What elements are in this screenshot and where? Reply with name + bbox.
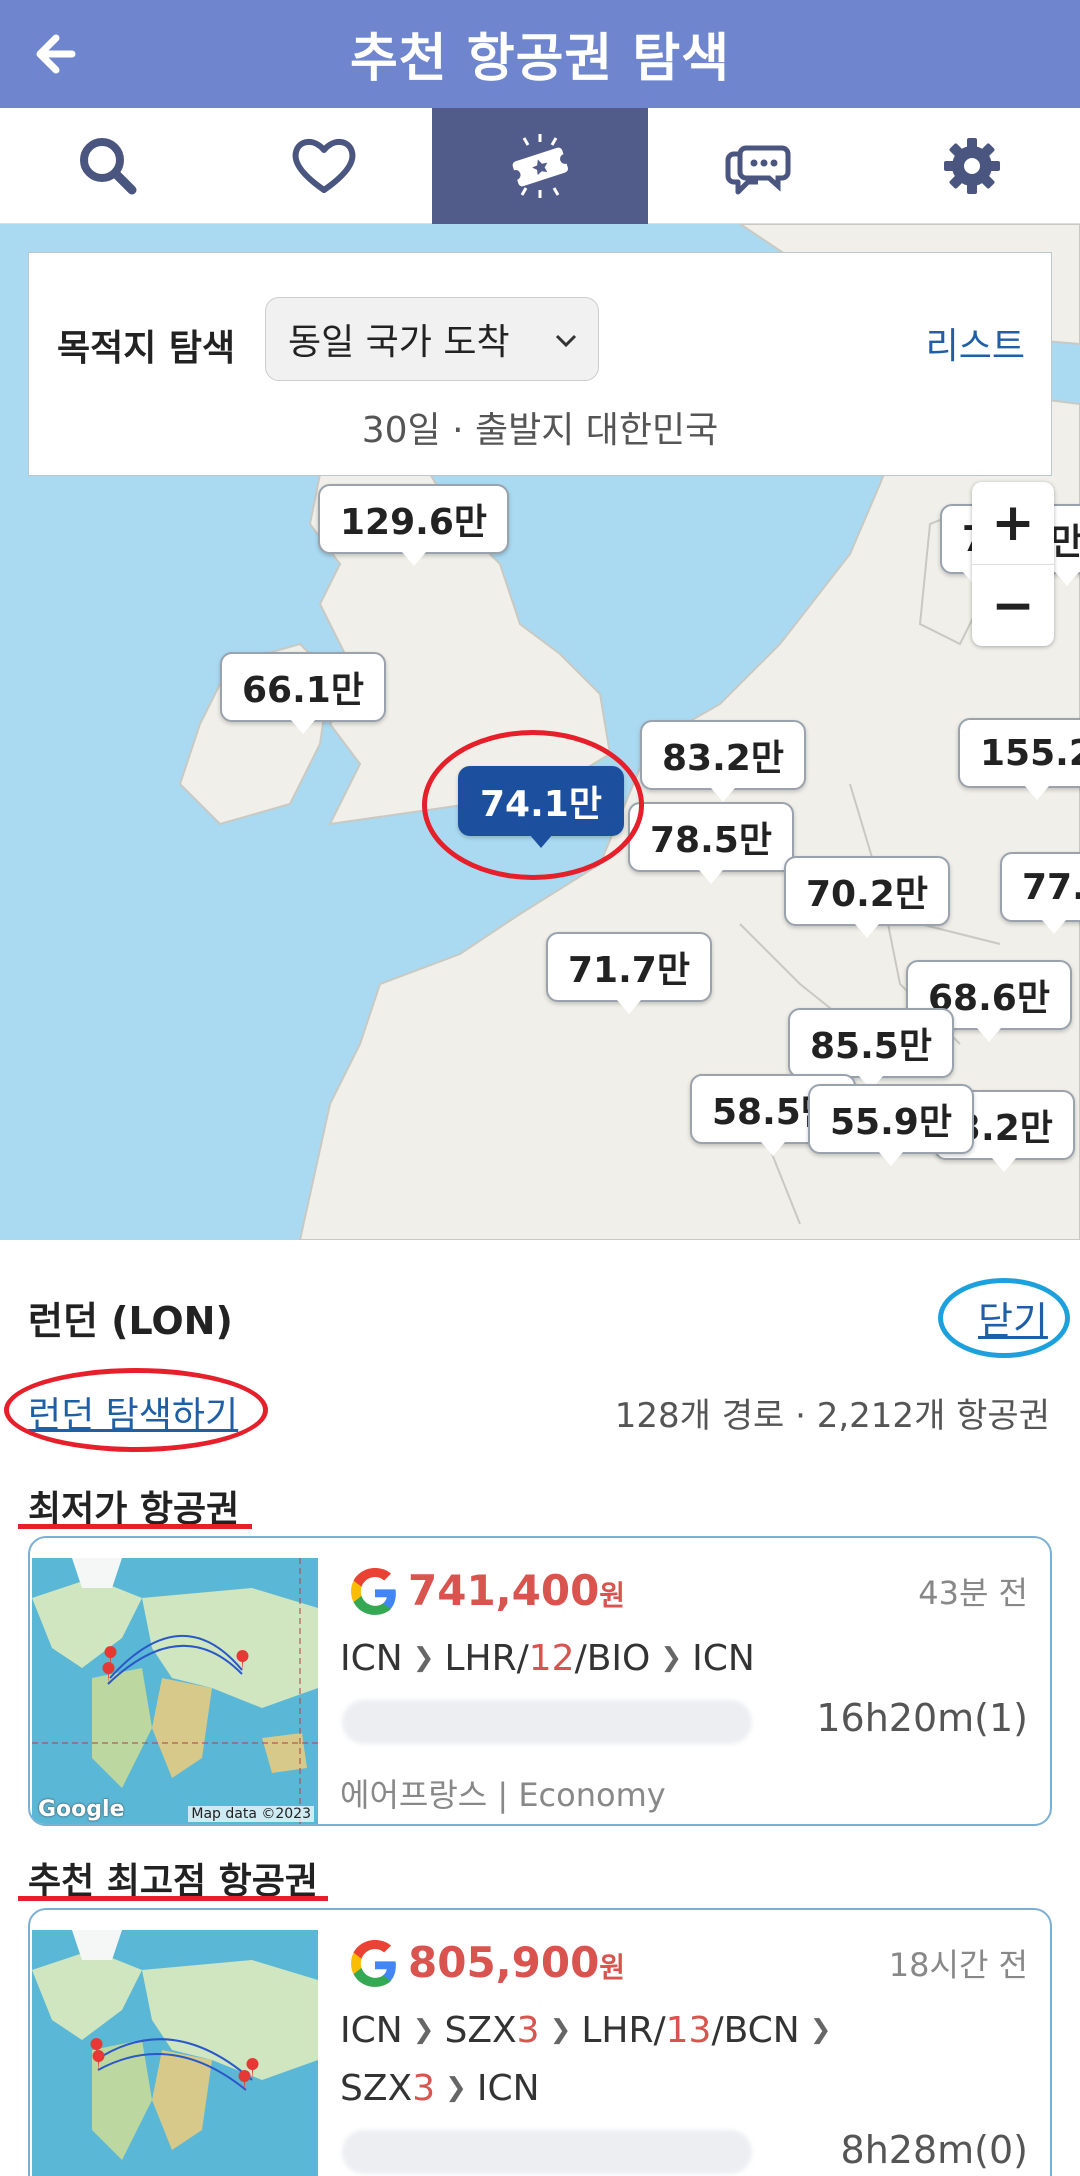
flight-card-cheapest[interactable]: Google Map data ©2023 741,400원 43분 전 ICN… (28, 1536, 1052, 1826)
destination-sheet: 런던 (LON) 닫기 런던 탐색하기 128개 경로 · 2,212개 항공권… (0, 1240, 1080, 2176)
flight-route: ICN ❯ LHR/12/BIO ❯ ICN (340, 1638, 755, 1679)
google-g-icon (351, 1940, 396, 1987)
chevron-down-icon (555, 334, 577, 348)
tab-recommend[interactable] (432, 108, 648, 224)
annotation-circle (422, 730, 644, 880)
tab-chat[interactable] (648, 108, 864, 224)
flight-duration: 16h20m(1) (816, 1696, 1028, 1740)
search-summary: 30일 · 출발지 대한민국 (361, 410, 719, 451)
route-map-thumbnail (32, 1930, 318, 2176)
map-price-pin[interactable]: 129.6만 (318, 484, 509, 566)
app-bar: 추천 항공권 탐색 (0, 0, 1080, 108)
ticket-star-icon (510, 134, 571, 198)
chat-bubbles-icon (725, 145, 791, 195)
annotation-circle (938, 1278, 1070, 1358)
arrival-filter-value: 동일 국가 도착 (288, 322, 510, 363)
map-price-pin[interactable]: 70.2만 (784, 856, 950, 938)
gear-icon (944, 138, 1000, 194)
list-view-link[interactable]: 리스트 (926, 317, 1025, 369)
zoom-out-button[interactable]: − (972, 564, 1054, 646)
world-map-image (32, 1558, 318, 1824)
tab-favorites[interactable] (216, 108, 432, 224)
ticket-price: 741,400원 (408, 1566, 626, 1615)
destination-city: 런던 (LON) (28, 1299, 233, 1343)
flight-route: ICN ❯ SZX3 ❯ LHR/13/BCN ❯ (340, 2010, 832, 2051)
map-price-pin[interactable]: 78.5만 (628, 802, 794, 884)
updated-time: 18시간 전 (888, 1946, 1028, 1984)
map-price-pin[interactable]: 55.9만 (808, 1084, 974, 1166)
flight-card-best[interactable]: 805,900원 18시간 전 ICN ❯ SZX3 ❯ LHR/13/BCN ❯ SZX… (28, 1908, 1052, 2176)
ticket-price: 805,900원 (408, 1938, 626, 1987)
map-price-pin[interactable]: 83.2만 (640, 720, 806, 802)
blurred-dates (342, 1700, 752, 1744)
route-map-thumbnail: Google Map data ©2023 (32, 1558, 318, 1824)
page-title: 추천 항공권 탐색 (349, 29, 731, 89)
annotation-underline (18, 1896, 328, 1901)
map-price-pin[interactable]: 66.1만 (220, 652, 386, 734)
route-stats: 128개 경로 · 2,212개 항공권 (614, 1396, 1050, 1436)
google-watermark: Google (38, 1797, 125, 1822)
map-price-pin[interactable]: 77. (1000, 852, 1080, 934)
tab-settings[interactable] (864, 108, 1080, 224)
updated-time: 43분 전 (918, 1574, 1028, 1612)
airline-class: 에어프랑스 | Economy (340, 1776, 666, 1814)
destination-search-panel: 목적지 탐색 동일 국가 도착 리스트 30일 · 출발지 대한민국 (28, 252, 1052, 476)
arrival-filter-select[interactable]: 동일 국가 도착 (265, 297, 599, 381)
world-map-image (32, 1930, 318, 2176)
blurred-dates (342, 2130, 752, 2174)
map-attribution: Map data ©2023 (188, 1806, 314, 1822)
zoom-controls: + − (972, 482, 1054, 646)
google-g-icon (351, 1568, 396, 1615)
map-price-pin[interactable]: 155.2 (958, 718, 1080, 800)
annotation-circle (4, 1368, 268, 1452)
map-view[interactable]: 목적지 탐색 동일 국가 도착 리스트 30일 · 출발지 대한민국 129.6… (0, 224, 1080, 1240)
destination-search-label: 목적지 탐색 (57, 328, 236, 369)
zoom-in-button[interactable]: + (972, 482, 1054, 564)
tab-search[interactable] (0, 108, 216, 224)
annotation-underline (18, 1524, 252, 1529)
flight-duration: 8h28m(0) (840, 2128, 1028, 2172)
map-price-pin[interactable]: 71.7만 (546, 932, 712, 1014)
map-price-pin[interactable]: 85.5만 (788, 1008, 954, 1090)
search-icon (80, 138, 137, 195)
heart-icon (292, 139, 356, 193)
flight-route-continued: SZX3 ❯ ICN (340, 2068, 540, 2109)
tab-bar (0, 108, 1080, 224)
